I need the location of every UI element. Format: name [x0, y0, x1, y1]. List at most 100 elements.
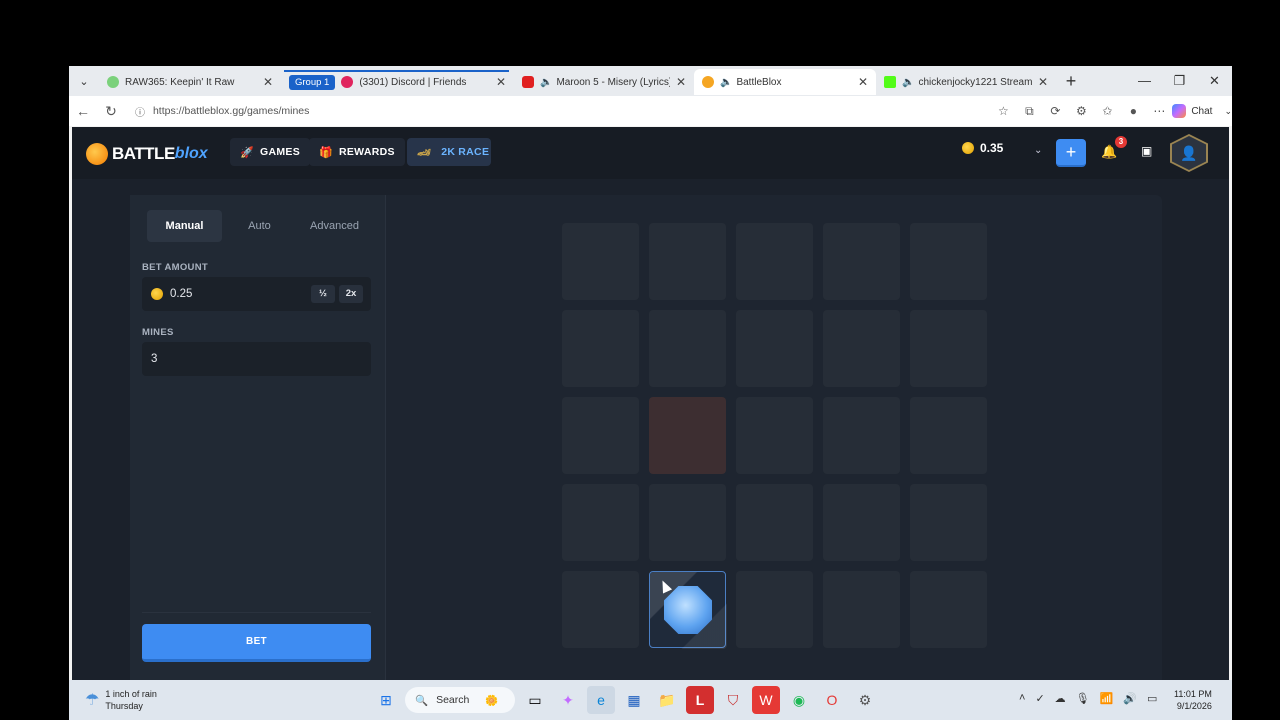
double-bet-button[interactable]: 2x: [339, 285, 363, 303]
cloud-icon[interactable]: ☁: [1055, 692, 1066, 705]
youtube-favicon-icon: [522, 76, 534, 88]
extensions-icon[interactable]: ⧉: [1016, 104, 1042, 119]
mine-tile[interactable]: [736, 397, 813, 474]
bet-amount-input[interactable]: 0.25 ½ 2x: [142, 277, 371, 311]
mine-tile[interactable]: [736, 571, 813, 648]
battleblox-favicon-icon: [702, 76, 714, 88]
refresh-icon[interactable]: ↻: [97, 103, 125, 120]
balance-chevron-down-icon[interactable]: ⌄: [1034, 145, 1042, 156]
mines-grid: [562, 223, 988, 649]
mine-tile[interactable]: [910, 484, 987, 561]
mine-tile[interactable]: [910, 223, 987, 300]
battleblox-logo[interactable]: BATTLE blox: [86, 143, 208, 165]
tab-manual[interactable]: Manual: [147, 210, 222, 242]
tab-kick-stream[interactable]: 🔈 chickenjocky1221 Stream - W ✕: [876, 69, 1056, 95]
mine-tile[interactable]: [736, 310, 813, 387]
restore-icon[interactable]: ❐: [1162, 66, 1197, 96]
mine-tile[interactable]: [649, 484, 726, 561]
app-green-icon[interactable]: ◉: [785, 686, 813, 714]
mine-tile[interactable]: [649, 397, 726, 474]
mine-tile[interactable]: [736, 223, 813, 300]
new-tab-plus-icon[interactable]: +: [1056, 71, 1086, 92]
tab-raw365[interactable]: RAW365: Keepin' It Raw ✕: [99, 69, 281, 95]
mcafee-icon[interactable]: ⛉: [719, 686, 747, 714]
gem-icon: [664, 586, 712, 634]
search-highlight-icon: 🌼: [485, 694, 499, 707]
mine-tile[interactable]: [562, 484, 639, 561]
mine-tile[interactable]: [910, 571, 987, 648]
mine-tile[interactable]: [910, 310, 987, 387]
minimize-icon[interactable]: —: [1127, 66, 1162, 96]
mine-tile[interactable]: [736, 484, 813, 561]
wallet-icon[interactable]: ▣: [1141, 144, 1152, 158]
tab-actions-chevron-icon[interactable]: ⌄: [69, 66, 99, 96]
close-tab-icon[interactable]: ✕: [676, 75, 686, 89]
copilot-chat-button[interactable]: Chat ⌄: [1172, 104, 1232, 118]
profile-icon[interactable]: ●: [1120, 104, 1146, 118]
mine-tile[interactable]: [823, 223, 900, 300]
bell-icon[interactable]: 🔔: [1101, 144, 1117, 160]
taskbar-clock[interactable]: 11:01 PM 9/1/2026: [1174, 688, 1212, 712]
tray-overflow-chevron-icon[interactable]: ˄: [1019, 692, 1025, 705]
close-window-icon[interactable]: ✕: [1197, 66, 1232, 96]
mine-tile[interactable]: [823, 484, 900, 561]
wps-office-icon[interactable]: W: [752, 686, 780, 714]
rewards-nav-button[interactable]: 🎁 REWARDS: [309, 138, 405, 166]
copilot-app-icon[interactable]: ✦: [554, 686, 582, 714]
add-funds-button[interactable]: +: [1056, 139, 1086, 167]
close-tab-icon[interactable]: ✕: [858, 75, 868, 89]
battery-icon[interactable]: ▭: [1147, 692, 1157, 705]
tab-discord[interactable]: Group 1 (3301) Discord | Friends ✕: [281, 69, 514, 95]
balance-display[interactable]: 0.35: [962, 141, 1003, 155]
chevron-down-icon[interactable]: ⌄: [1224, 106, 1232, 117]
mines-count-select[interactable]: 3: [142, 342, 371, 376]
mine-tile[interactable]: [562, 397, 639, 474]
games-nav-button[interactable]: 🚀 GAMES: [230, 138, 311, 166]
opera-icon[interactable]: O: [818, 686, 846, 714]
task-view-icon[interactable]: ▭: [521, 686, 549, 714]
tab-group-chip[interactable]: Group 1: [289, 74, 336, 90]
favorite-star-icon[interactable]: ☆: [990, 104, 1016, 118]
tab-advanced[interactable]: Advanced: [297, 210, 372, 242]
tab-battleblox[interactable]: 🔈 BattleBlox ✕: [694, 69, 876, 95]
close-tab-icon[interactable]: ✕: [1038, 75, 1048, 89]
tab-auto[interactable]: Auto: [222, 210, 297, 242]
mine-tile[interactable]: [562, 223, 639, 300]
tray-app-icon[interactable]: ✓: [1035, 692, 1044, 705]
back-arrow-icon[interactable]: ←: [69, 103, 97, 119]
volume-icon[interactable]: 🔊: [1123, 692, 1137, 705]
mine-tile[interactable]: [910, 397, 987, 474]
race-nav-button[interactable]: 🏎 2K RACE: [407, 138, 491, 166]
site-info-icon[interactable]: ⓘ: [135, 104, 145, 119]
bet-amount-label: BET AMOUNT: [142, 262, 208, 273]
close-tab-icon[interactable]: ✕: [263, 75, 273, 89]
mine-tile[interactable]: [823, 397, 900, 474]
mine-tile[interactable]: [649, 310, 726, 387]
wifi-icon[interactable]: 📶: [1100, 692, 1114, 705]
mine-tile[interactable]: [562, 310, 639, 387]
close-tab-icon[interactable]: ✕: [496, 75, 506, 89]
favorites-icon[interactable]: ✩: [1094, 104, 1120, 118]
half-bet-button[interactable]: ½: [311, 285, 335, 303]
weather-widget[interactable]: ☂ 1 inch of rain Thursday: [85, 688, 157, 712]
site-top-nav: BATTLE blox 🚀 GAMES 🎁 REWARDS 🏎 2K RACE …: [72, 127, 1229, 179]
mine-tile[interactable]: [649, 223, 726, 300]
edge-browser-icon[interactable]: e: [587, 686, 615, 714]
mine-tile[interactable]: [562, 571, 639, 648]
store-icon[interactable]: ▦: [620, 686, 648, 714]
settings-gear-icon[interactable]: ⚙: [851, 686, 879, 714]
url-field[interactable]: ⓘ https://battleblox.gg/games/mines: [130, 100, 991, 122]
sync-icon[interactable]: ⟳: [1042, 104, 1068, 118]
mine-tile[interactable]: [823, 310, 900, 387]
taskbar-search[interactable]: 🔍 Search 🌼: [405, 687, 515, 713]
performance-icon[interactable]: ⚙: [1068, 104, 1094, 118]
app-l-icon[interactable]: L: [686, 686, 714, 714]
tab-youtube[interactable]: 🔈 Maroon 5 - Misery (Lyrics) | i a ✕: [514, 69, 694, 95]
more-menu-icon[interactable]: ⋯: [1146, 104, 1172, 118]
mine-tile[interactable]: [823, 571, 900, 648]
taskbar-apps: ⊞ 🔍 Search 🌼 ▭ ✦ e ▦ 📁 L ⛉ W ◉ O ⚙: [372, 686, 884, 714]
file-explorer-icon[interactable]: 📁: [653, 686, 681, 714]
start-windows-icon[interactable]: ⊞: [372, 686, 400, 714]
microphone-icon[interactable]: 🎙: [1076, 692, 1090, 705]
bet-button[interactable]: BET: [142, 624, 371, 662]
